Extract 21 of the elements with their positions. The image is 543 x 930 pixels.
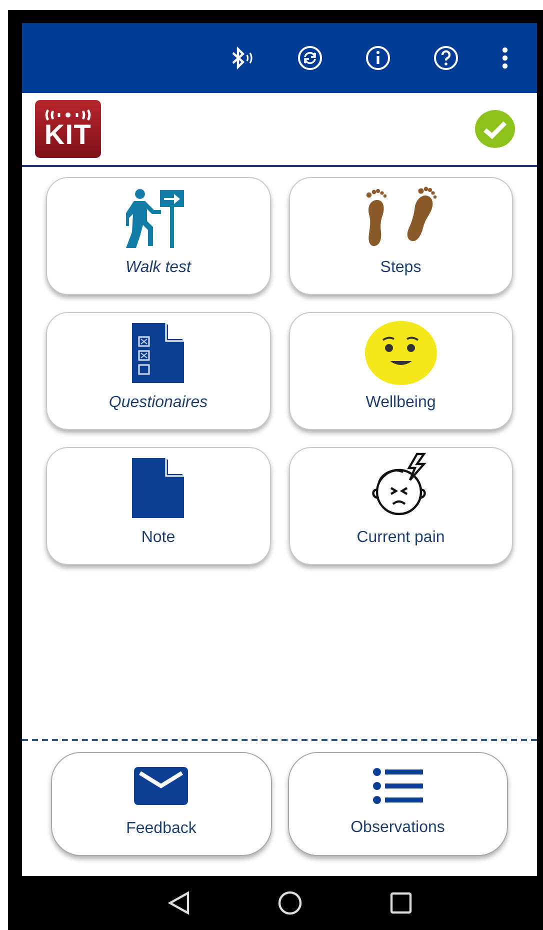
recents-icon[interactable] <box>390 892 412 914</box>
smiley-face-icon <box>364 321 437 385</box>
tile-button[interactable]: Questionaires <box>46 312 270 430</box>
more-icon[interactable] <box>501 46 509 70</box>
logo: KIT <box>35 100 101 158</box>
help-icon[interactable] <box>433 45 459 71</box>
back-icon[interactable] <box>168 891 190 915</box>
tile-button[interactable]: Note <box>46 447 270 565</box>
info-icon[interactable] <box>365 45 391 71</box>
tile-button[interactable]: Current pain <box>288 447 513 565</box>
checklist-document-icon <box>130 321 186 385</box>
envelope-icon <box>134 767 188 805</box>
action-button[interactable]: Feedback <box>51 752 272 856</box>
home-icon[interactable] <box>278 891 302 915</box>
sync-icon[interactable] <box>297 45 323 71</box>
list-icon <box>372 768 423 804</box>
tile-button[interactable]: Wellbeing <box>288 312 513 430</box>
tile-button[interactable]: Walk test <box>46 177 270 295</box>
document-icon <box>130 456 186 520</box>
action-button[interactable]: Observations <box>288 752 508 856</box>
tile-button[interactable]: Steps <box>288 177 513 295</box>
